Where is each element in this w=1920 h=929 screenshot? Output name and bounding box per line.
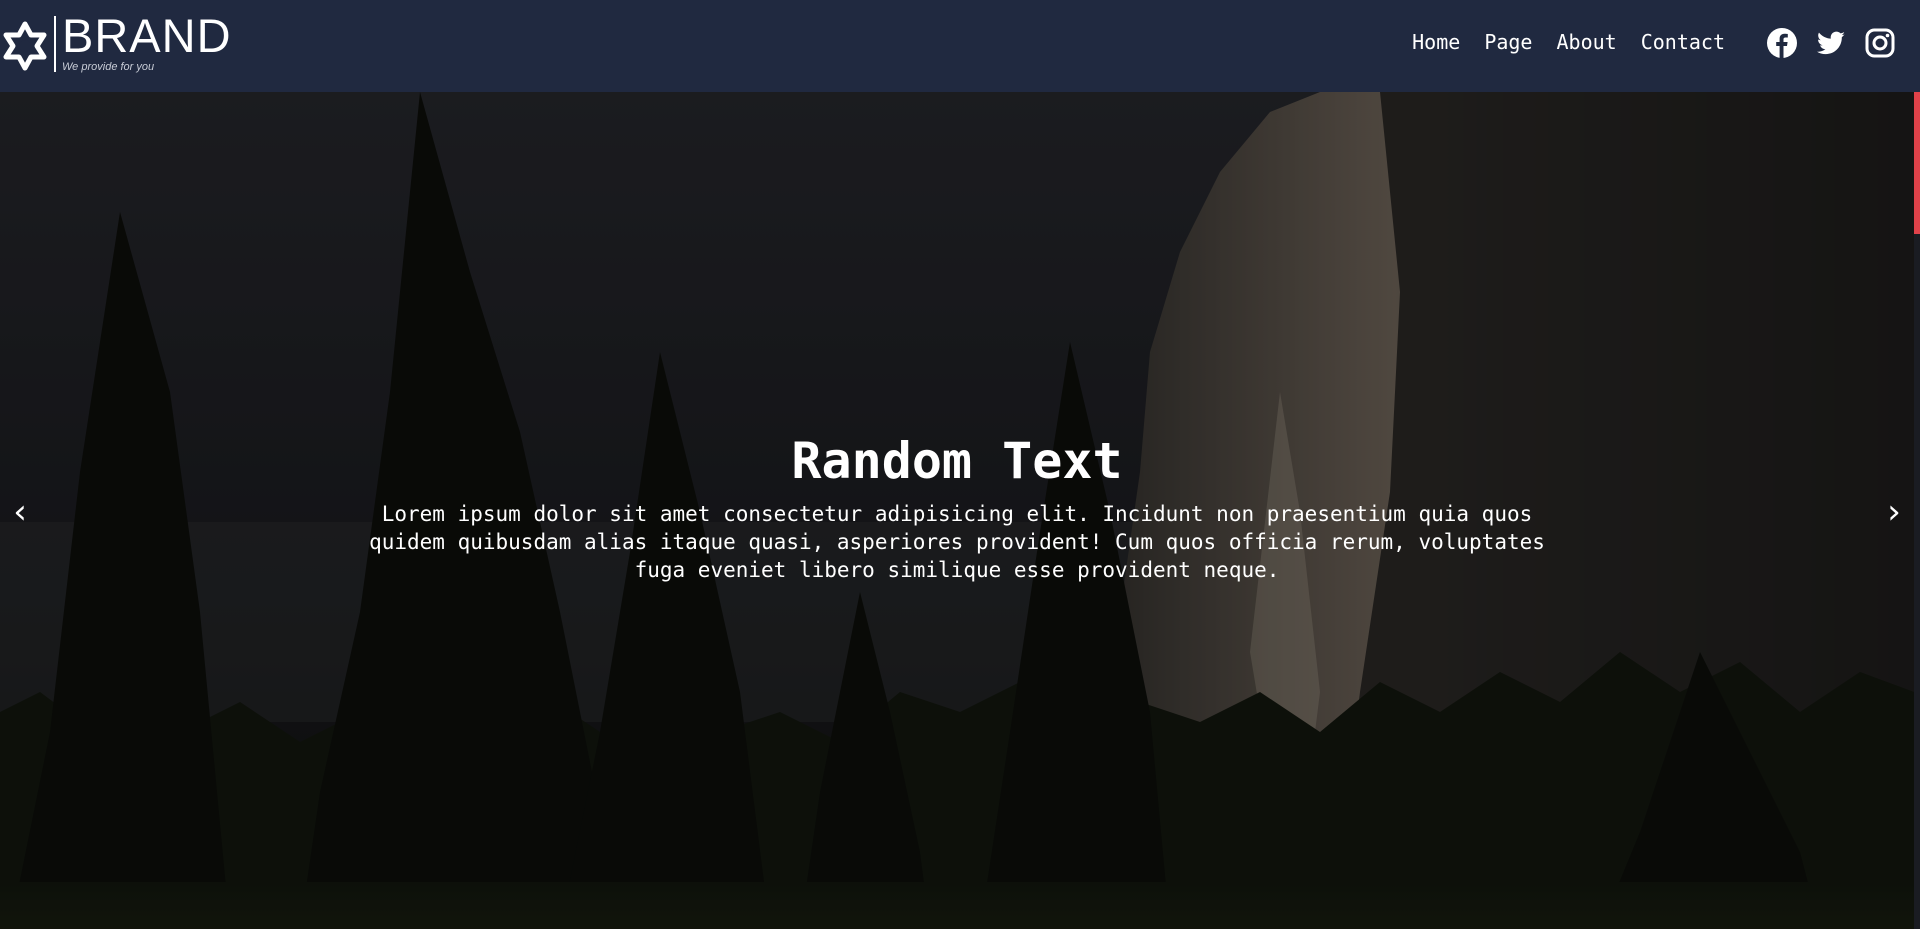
scrollbar-thumb[interactable] <box>1914 92 1920 234</box>
star-logo-icon <box>3 21 47 71</box>
main-nav: Home Page About Contact <box>1388 30 1725 54</box>
nav-link-contact[interactable]: Contact <box>1641 30 1725 54</box>
hero-title: Random Text <box>791 432 1123 490</box>
twitter-icon[interactable] <box>1815 27 1847 59</box>
brand-tagline: We provide for you <box>62 61 155 73</box>
hero-carousel: Random Text Lorem ipsum dolor sit amet c… <box>0 92 1914 929</box>
brand-logo[interactable]: BRAND We provide for you <box>0 9 232 74</box>
nav-link-about[interactable]: About <box>1556 30 1616 54</box>
nav-link-page[interactable]: Page <box>1484 30 1532 54</box>
facebook-icon[interactable] <box>1766 27 1798 59</box>
social-links <box>1749 27 1896 59</box>
brand-divider <box>54 16 56 72</box>
hero-body: Lorem ipsum dolor sit amet consectetur a… <box>369 502 1545 582</box>
carousel-prev-button[interactable]: ‹ <box>0 492 40 532</box>
brand-name: BRAND <box>62 9 232 62</box>
navbar: BRAND We provide for you Home Page About… <box>0 0 1920 92</box>
brand-text: BRAND We provide for you <box>62 9 232 74</box>
nav-link-home[interactable]: Home <box>1412 30 1460 54</box>
instagram-icon[interactable] <box>1864 27 1896 59</box>
carousel-next-button[interactable]: › <box>1874 492 1914 532</box>
